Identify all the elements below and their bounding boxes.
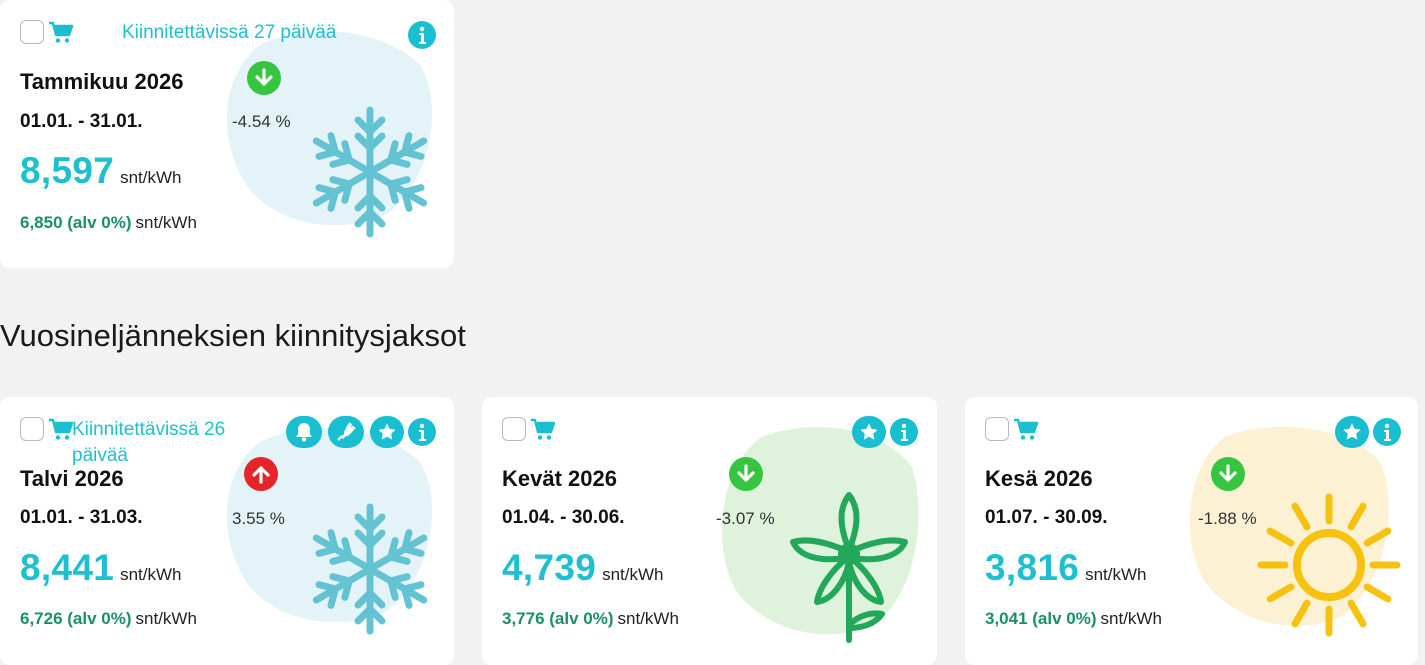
period-title: Kevät 2026 [502,466,617,491]
price-change: 3.55 % [232,509,285,528]
star-icon[interactable] [370,416,404,448]
trend-down-icon [729,457,763,491]
price-value: 8,441 [20,547,115,588]
select-checkbox[interactable] [20,417,44,441]
vat-price-row: 3,041 (alv 0%) snt/kWh [985,609,1162,629]
price-value: 4,739 [502,547,597,588]
cart-icon[interactable] [48,21,74,45]
price-unit: snt/kWh [602,565,664,584]
period-title: Talvi 2026 [20,466,124,491]
vat-price-value: 3,041 (alv 0%) [985,609,1097,628]
price-change: -1.88 % [1198,509,1257,528]
price-row: 4,739 snt/kWh [502,547,664,589]
snowflake-icon [310,503,430,637]
star-icon[interactable] [1335,416,1369,448]
info-icon[interactable] [408,21,436,49]
price-value: 3,816 [985,547,1080,588]
bell-icon[interactable] [286,416,322,448]
period-dates: 01.01. - 31.01. [20,111,143,132]
vat-price-unit: snt/kWh [135,609,197,628]
info-icon[interactable] [1373,418,1401,446]
period-title: Tammikuu 2026 [20,69,184,94]
availability-label: Kiinnitettävissä 26 päivää [72,419,226,466]
period-dates: 01.04. - 30.06. [502,507,625,528]
sun-icon [1257,493,1402,638]
price-row: 8,597 snt/kWh [20,150,182,192]
cart-icon[interactable] [530,418,556,442]
select-checkbox[interactable] [985,417,1009,441]
vat-price-unit: snt/kWh [1100,609,1162,628]
period-dates: 01.07. - 30.09. [985,507,1108,528]
info-icon[interactable] [890,418,918,446]
quarter-card-summer: Kesä 2026 01.07. - 30.09. -1.88 % 3,816 … [965,397,1418,665]
plug-icon[interactable] [328,416,364,448]
trend-down-icon [247,61,281,95]
flower-icon [790,492,908,643]
trend-down-icon [1211,457,1245,491]
star-icon[interactable] [852,416,886,448]
price-change: -4.54 % [232,112,291,131]
period-title: Kesä 2026 [985,466,1093,491]
snowflake-icon [310,106,430,240]
quarter-card-winter: Kiinnitettävissä 26 päivää Talvi 2026 01… [0,397,454,665]
select-checkbox[interactable] [20,20,44,44]
quarter-card-spring: Kevät 2026 01.04. - 30.06. -3.07 % 4,739… [482,397,937,665]
vat-price-value: 6,726 (alv 0%) [20,609,132,628]
price-row: 3,816 snt/kWh [985,547,1147,589]
vat-price-value: 6,850 (alv 0%) [20,213,132,232]
price-unit: snt/kWh [1085,565,1147,584]
trend-up-icon [244,457,278,491]
vat-price-row: 6,726 (alv 0%) snt/kWh [20,609,197,629]
select-checkbox[interactable] [502,417,526,441]
period-dates: 01.01. - 31.03. [20,507,143,528]
vat-price-row: 3,776 (alv 0%) snt/kWh [502,609,679,629]
vat-price-unit: snt/kWh [135,213,197,232]
vat-price-row: 6,850 (alv 0%) snt/kWh [20,213,197,233]
month-card-january: Kiinnitettävissä 27 päivää Tammikuu 2026… [0,0,454,268]
info-icon[interactable] [408,418,436,446]
price-change: -3.07 % [716,509,775,528]
availability-label: Kiinnitettävissä 27 päivää [122,22,337,43]
price-unit: snt/kWh [120,168,182,187]
price-row: 8,441 snt/kWh [20,547,182,589]
vat-price-value: 3,776 (alv 0%) [502,609,614,628]
price-unit: snt/kWh [120,565,182,584]
cart-icon[interactable] [48,418,74,442]
section-title: Vuosineljänneksien kiinnitysjaksot [0,318,466,353]
vat-price-unit: snt/kWh [617,609,679,628]
price-value: 8,597 [20,150,115,191]
cart-icon[interactable] [1013,418,1039,442]
